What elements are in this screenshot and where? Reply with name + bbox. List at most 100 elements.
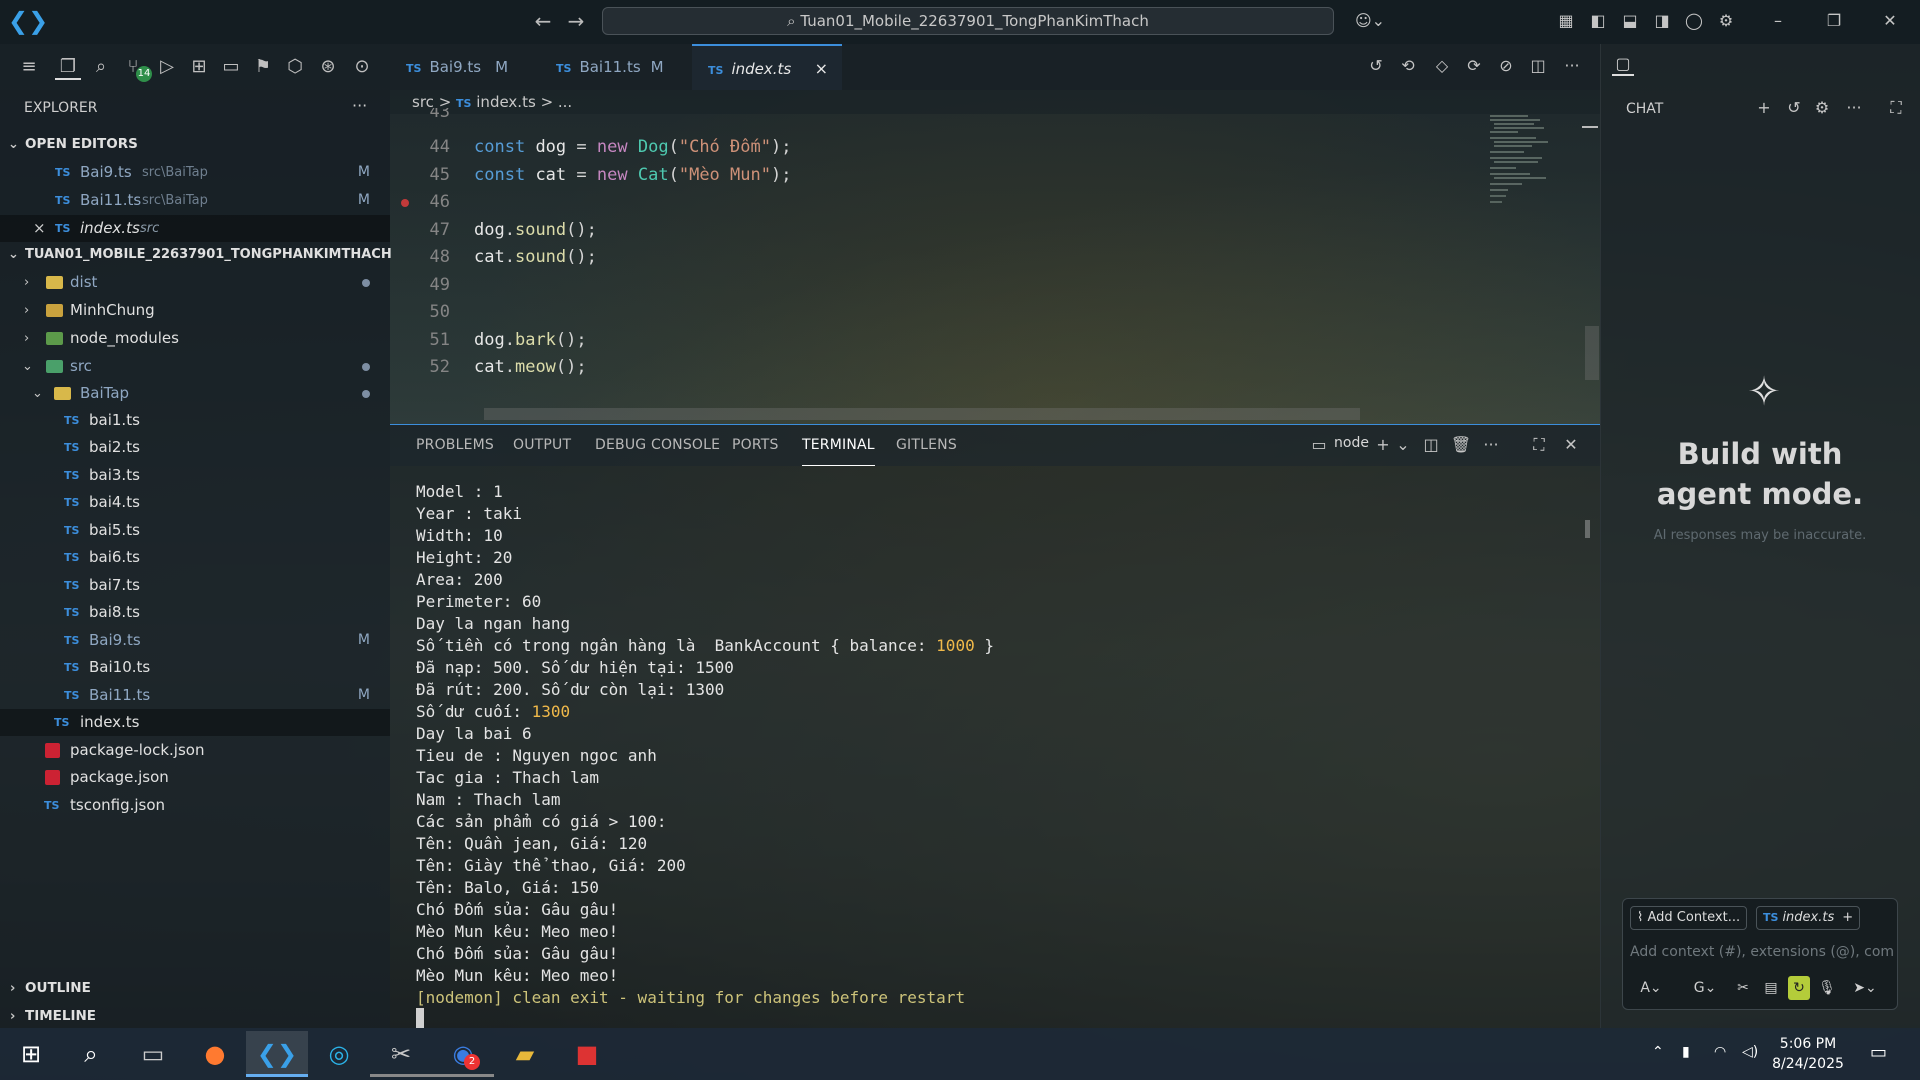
open-editors-header[interactable]: ⌄ OPEN EDITORS [0, 131, 390, 158]
wps-office-icon[interactable]: ■ [556, 1031, 618, 1077]
context-file-chip[interactable]: TS index.ts + [1756, 906, 1861, 930]
tree-file[interactable]: TS bai4.ts [0, 489, 390, 516]
battery-icon[interactable]: ▮ [1682, 1044, 1690, 1060]
open-changes-icon[interactable]: ⟲ [1396, 54, 1420, 78]
open-editor-item-active[interactable]: × TS index.ts src [0, 215, 390, 242]
tree-file[interactable]: TS bai2.ts [0, 434, 390, 461]
code-line[interactable]: 43 [390, 108, 1290, 122]
toggle-panel-icon[interactable]: ⬓ [1618, 9, 1642, 33]
tree-folder-baitap[interactable]: ⌄ BaiTap [0, 380, 390, 407]
editor-horizontal-scrollbar[interactable] [484, 408, 1360, 420]
settings-gear-icon[interactable]: ⚙ [1714, 9, 1738, 33]
timeline-history-icon[interactable]: ↺ [1364, 54, 1388, 78]
search-icon[interactable]: ⌕ [88, 54, 114, 80]
chat-view-icon[interactable]: ▢ [1612, 54, 1634, 76]
tree-folder-node-modules[interactable]: › node_modules [0, 325, 390, 352]
copilot-icon[interactable]: ☺⌄ [1350, 9, 1390, 33]
previous-change-icon[interactable]: ◇ [1430, 54, 1454, 78]
windows-start-icon[interactable]: ⊞ [0, 1031, 62, 1077]
database-icon[interactable]: ▤ [1760, 976, 1782, 1000]
microphone-icon[interactable]: 🎙 [1816, 976, 1838, 1000]
tree-file[interactable]: TS Bai9.ts M [0, 627, 390, 654]
tree-file[interactable]: TS bai6.ts [0, 544, 390, 571]
tab-terminal[interactable]: TERMINAL [802, 424, 875, 466]
gitlens-icon[interactable]: ⊛ [315, 54, 341, 80]
search-icon[interactable]: ⌕ [60, 1031, 122, 1077]
code-line[interactable]: 47 dog.sound(); [390, 217, 1290, 245]
project-header[interactable]: ⌄ TUAN01_MOBILE_22637901_TONGPHANKIMTHACH [0, 241, 392, 268]
tab-output[interactable]: OUTPUT [513, 424, 571, 466]
menu-icon[interactable]: ≡ [16, 54, 42, 80]
package-icon[interactable]: ⬡ [282, 54, 308, 80]
add-context-button[interactable]: ⌇ Add Context... [1630, 906, 1748, 930]
open-editor-item[interactable]: TS Bai11.ts src\BaiTap M [0, 187, 390, 214]
chevron-up-icon[interactable]: ⌃ [1652, 1044, 1664, 1060]
code-line[interactable]: 46 [390, 189, 1290, 217]
terminal-scrollbar[interactable] [1585, 520, 1590, 538]
tree-folder-src[interactable]: ⌄ src [0, 353, 390, 380]
tree-file[interactable]: TS Bai11.ts M [0, 682, 390, 709]
open-editor-item[interactable]: TS Bai9.ts src\BaiTap M [0, 159, 390, 186]
close-tab-icon[interactable]: × [815, 46, 828, 92]
run-debug-icon[interactable]: ▷ [154, 54, 180, 80]
snipping-tool-icon[interactable]: ✂ [370, 1031, 432, 1077]
toggle-sidebar-icon[interactable]: ◧ [1586, 9, 1610, 33]
code-line[interactable]: 44 const dog = new Dog("Chó Đốm"); [390, 134, 1290, 162]
gitlens-inspect-icon[interactable]: ⊙ [349, 54, 375, 80]
new-terminal-icon[interactable]: + [1372, 434, 1394, 456]
tree-file[interactable]: package.json [0, 764, 390, 791]
restore-icon[interactable]: ❐ [1822, 9, 1846, 33]
breakpoint-icon[interactable] [401, 199, 409, 207]
add-icon[interactable]: + [1842, 910, 1853, 925]
next-change-icon[interactable]: ⟳ [1462, 54, 1486, 78]
chevron-down-icon[interactable]: ⌄ [1392, 434, 1414, 456]
timeline-header[interactable]: › TIMELINE [0, 1003, 390, 1030]
wifi-icon[interactable]: ◠ [1714, 1044, 1726, 1060]
split-terminal-icon[interactable]: ◫ [1420, 434, 1442, 456]
tab-bai9[interactable]: TS Bai9.ts M [390, 44, 540, 90]
chat-input-placeholder[interactable]: Add context (#), extensions (@), command… [1630, 944, 1894, 960]
tree-file[interactable]: TS bai3.ts [0, 462, 390, 489]
edge-browser-icon[interactable]: ◎ [308, 1031, 370, 1077]
model-picker-dropdown[interactable]: G⌄ [1686, 976, 1724, 1000]
notifications-icon[interactable]: ▭ [1870, 1042, 1887, 1063]
outline-header[interactable]: › OUTLINE [0, 975, 390, 1002]
postman-icon[interactable]: ● [184, 1031, 246, 1077]
trash-icon[interactable]: 🗑 [1450, 434, 1472, 456]
minimize-icon[interactable]: – [1766, 9, 1790, 33]
tab-gitlens[interactable]: GITLENS [896, 424, 957, 466]
tree-folder-minhchung[interactable]: › MinhChung [0, 297, 390, 324]
editor-vertical-scrollbar[interactable] [1585, 326, 1599, 380]
system-clock[interactable]: 5:06 PM 8/24/2025 [1760, 1034, 1856, 1074]
code-line[interactable]: 51 dog.bark(); [390, 327, 1290, 355]
tree-file[interactable]: TS bai5.ts [0, 517, 390, 544]
explorer-icon[interactable]: ❐ [55, 54, 81, 80]
customize-layout-icon[interactable]: ▦ [1554, 9, 1578, 33]
explorer-more-icon[interactable]: ··· [352, 96, 367, 115]
tree-file[interactable]: TS Bai10.ts [0, 654, 390, 681]
account-icon[interactable]: ◯ [1682, 9, 1706, 33]
toggle-secondary-sidebar-icon[interactable]: ◨ [1650, 9, 1674, 33]
chat-mode-dropdown[interactable]: A⌄ [1634, 976, 1668, 1000]
tree-file[interactable]: TS bai7.ts [0, 572, 390, 599]
tree-file-active[interactable]: TS index.ts [0, 709, 390, 736]
tab-index[interactable]: TS index.ts × [692, 44, 842, 90]
maximize-chat-icon[interactable]: ⛶ [1884, 96, 1908, 120]
back-arrow-icon[interactable]: ← [530, 9, 556, 35]
bookmark-icon[interactable]: ⚑ [250, 54, 276, 80]
close-icon[interactable]: × [33, 215, 46, 242]
auto-approve-icon[interactable]: ↻ [1788, 976, 1810, 1000]
tools-icon[interactable]: ✂ [1732, 976, 1754, 1000]
code-line[interactable]: 52 cat.meow(); [390, 354, 1290, 382]
minimap[interactable] [1488, 112, 1568, 232]
editor-more-icon[interactable]: ··· [1560, 54, 1584, 78]
new-chat-icon[interactable]: + [1752, 96, 1776, 120]
tree-file[interactable]: TS bai1.ts [0, 407, 390, 434]
panel-more-icon[interactable]: ··· [1480, 434, 1502, 456]
command-center-search[interactable]: ⌕ Tuan01_Mobile_22637901_TongPhanKimThac… [602, 7, 1334, 35]
tab-ports[interactable]: PORTS [732, 424, 779, 466]
tree-file[interactable]: TS tsconfig.json [0, 792, 390, 819]
close-panel-icon[interactable]: ✕ [1560, 434, 1582, 456]
file-explorer-icon[interactable]: ▰ [494, 1031, 556, 1077]
zalo-icon[interactable]: ◉ [432, 1031, 494, 1077]
